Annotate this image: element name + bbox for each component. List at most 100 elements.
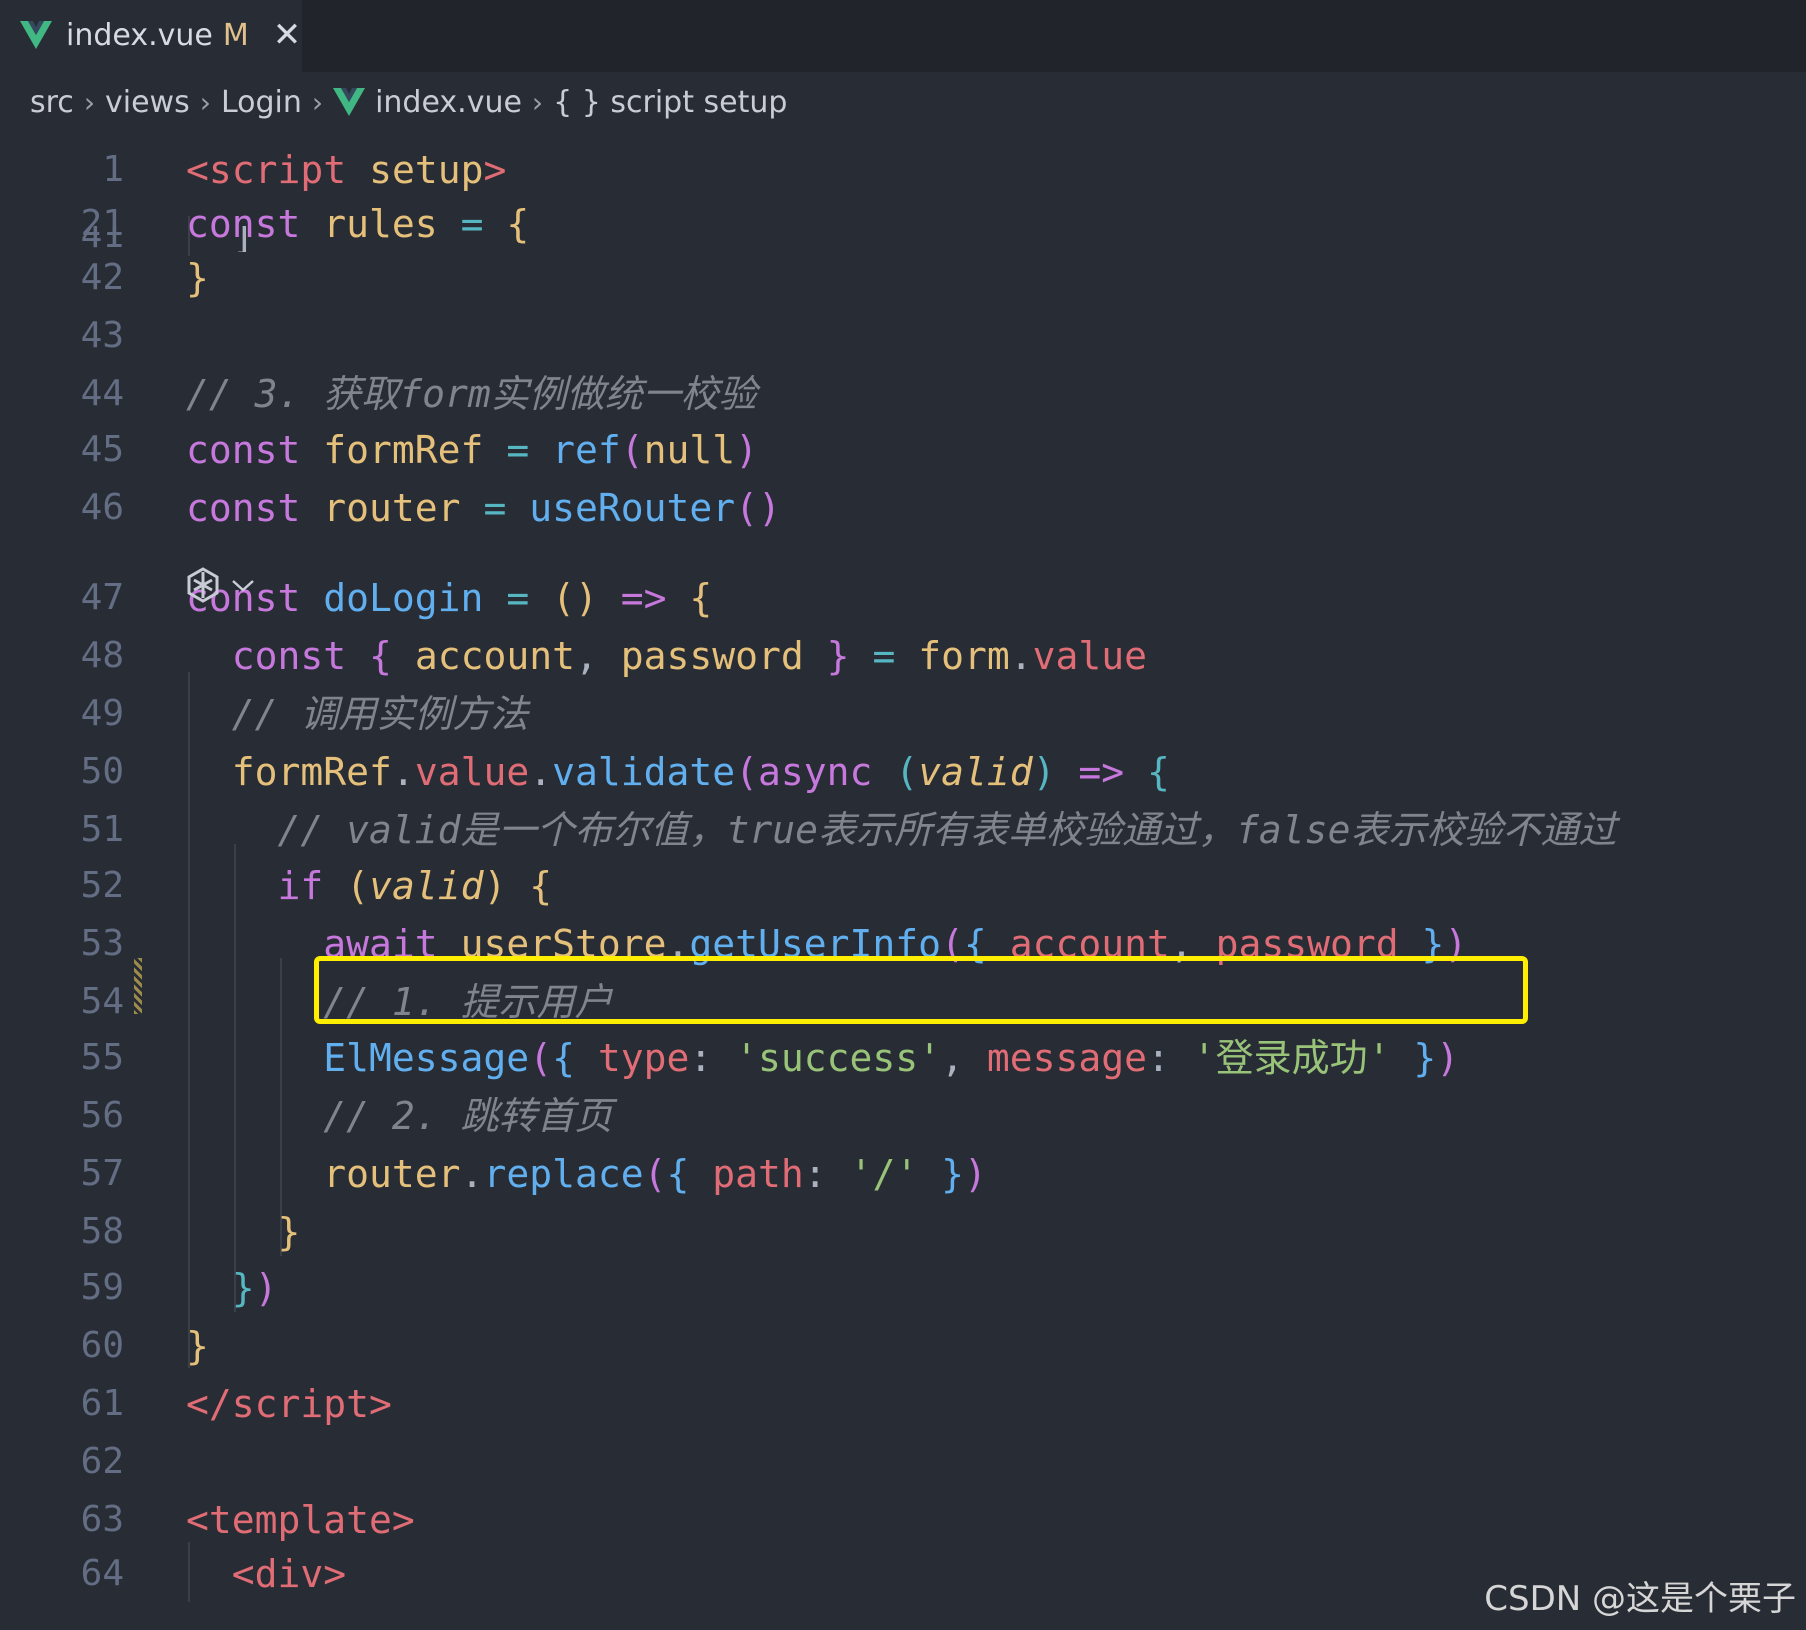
codelens[interactable] — [184, 566, 256, 604]
code-token: { — [552, 1036, 575, 1080]
code-token: // 调用实例方法 — [231, 692, 529, 736]
code-token: ) — [254, 1266, 278, 1310]
line-content: // 3. 获取form实例做统一校验 — [186, 366, 757, 422]
code-line[interactable]: 49 // 调用实例方法 — [0, 686, 1806, 742]
chevron-right-icon: › — [83, 85, 96, 119]
code-token: form — [918, 634, 1010, 678]
tab-index-vue[interactable]: index.vue M ✕ — [0, 0, 302, 72]
highlight-annotation — [314, 956, 1528, 1024]
code-token: => — [620, 576, 667, 620]
code-token: = — [506, 576, 530, 620]
line-content: // valid是一个布尔值，true表示所有表单校验通过，false表示校验不… — [186, 802, 1617, 858]
code-line[interactable]: 57 router.replace({ path: '/' }) — [0, 1146, 1806, 1202]
code-line[interactable]: 50 formRef.value.validate(async (valid) … — [0, 744, 1806, 800]
code-token: . — [460, 1152, 484, 1196]
line-number: 45 — [80, 429, 124, 470]
line-content: if (valid) { — [186, 858, 553, 914]
code-token: value — [414, 750, 530, 794]
line-number: 63 — [80, 1499, 124, 1540]
line-number: 62 — [80, 1441, 124, 1482]
code-token: validate — [552, 750, 736, 794]
breadcrumb-item-file[interactable]: index.vue — [375, 85, 522, 120]
ai-assistant-icon[interactable] — [184, 566, 222, 604]
line-number: 46 — [80, 487, 124, 528]
code-line[interactable]: 58 } — [0, 1204, 1806, 1260]
code-line[interactable]: 55 ElMessage({ type: 'success', message:… — [0, 1030, 1806, 1086]
code-line[interactable]: 51 // valid是一个布尔值，true表示所有表单校验通过，false表示… — [0, 802, 1806, 858]
code-line[interactable]: 59 }) — [0, 1260, 1806, 1316]
code-token: { — [689, 576, 713, 620]
line-number: 51 — [80, 809, 124, 850]
code-token: ( — [895, 750, 919, 794]
breadcrumb-item-src[interactable]: src — [30, 85, 74, 120]
watermark: CSDN @这是个栗子 — [1484, 1579, 1796, 1619]
close-icon[interactable]: ✕ — [273, 15, 302, 55]
tab-filename: index.vue — [66, 17, 213, 53]
line-number: 57 — [80, 1153, 124, 1194]
code-line[interactable]: 47 const doLogin = () => { — [0, 570, 1806, 626]
line-number: 48 — [80, 635, 124, 676]
code-token: } — [231, 1266, 255, 1310]
code-token: ) — [483, 864, 507, 908]
code-token: . — [1009, 634, 1033, 678]
code-token: = — [506, 428, 530, 472]
chevron-down-icon[interactable] — [230, 575, 256, 595]
code-token: . — [391, 750, 415, 794]
line-content: } — [186, 1204, 301, 1260]
code-token: . — [529, 750, 553, 794]
code-line[interactable]: 48 const { account, password } = form.va… — [0, 628, 1806, 684]
line-number: 42 — [80, 257, 124, 298]
breadcrumb-item-views[interactable]: views — [105, 85, 190, 120]
code-line[interactable]: 44 // 3. 获取form实例做统一校验 — [0, 366, 1806, 422]
code-line[interactable]: 56 // 2. 跳转首页 — [0, 1088, 1806, 1144]
code-token: > — [391, 1498, 415, 1542]
code-token: 'success' — [735, 1036, 942, 1080]
code-line[interactable]: 52 if (valid) { — [0, 858, 1806, 914]
code-line[interactable]: 41 ] — [0, 226, 1806, 252]
code-token: div — [254, 1552, 324, 1596]
line-content: const doLogin = () => { — [186, 570, 712, 626]
vue-icon — [20, 21, 52, 49]
code-token: replace — [483, 1152, 644, 1196]
code-editor[interactable]: 1 <script setup> 21 const rules = {41 ] 42} 4… — [0, 130, 1806, 1630]
line-number: 59 — [80, 1267, 124, 1308]
code-line[interactable]: 43 — [0, 308, 1806, 364]
breadcrumb-item-symbol[interactable]: { } script setup — [553, 85, 787, 120]
line-number: 58 — [80, 1211, 124, 1252]
code-token: password — [620, 634, 804, 678]
code-line[interactable]: 61 </script> — [0, 1376, 1806, 1432]
code-token: , — [574, 634, 621, 678]
line-number: 41 — [80, 226, 124, 252]
code-token: < — [186, 1498, 209, 1542]
code-line[interactable]: 1 <script setup> — [0, 142, 1806, 198]
code-token: value — [1032, 634, 1148, 678]
code-line[interactable]: 63 <template> — [0, 1492, 1806, 1548]
code-token: < — [231, 1552, 255, 1596]
code-token: { — [529, 864, 553, 908]
code-token: < — [186, 148, 209, 192]
code-line[interactable]: 42} — [0, 250, 1806, 306]
code-line[interactable]: 62 — [0, 1434, 1806, 1490]
code-line[interactable]: 60} — [0, 1318, 1806, 1374]
code-line[interactable]: 46 const router = useRouter() — [0, 480, 1806, 536]
code-line[interactable]: 45 const formRef = ref(null) — [0, 422, 1806, 478]
code-token: } — [941, 1152, 964, 1196]
code-token: script — [231, 1382, 370, 1426]
line-content: ] — [186, 226, 255, 252]
git-modified-marker — [134, 958, 142, 1014]
breadcrumb-item-login[interactable]: Login — [221, 85, 302, 120]
